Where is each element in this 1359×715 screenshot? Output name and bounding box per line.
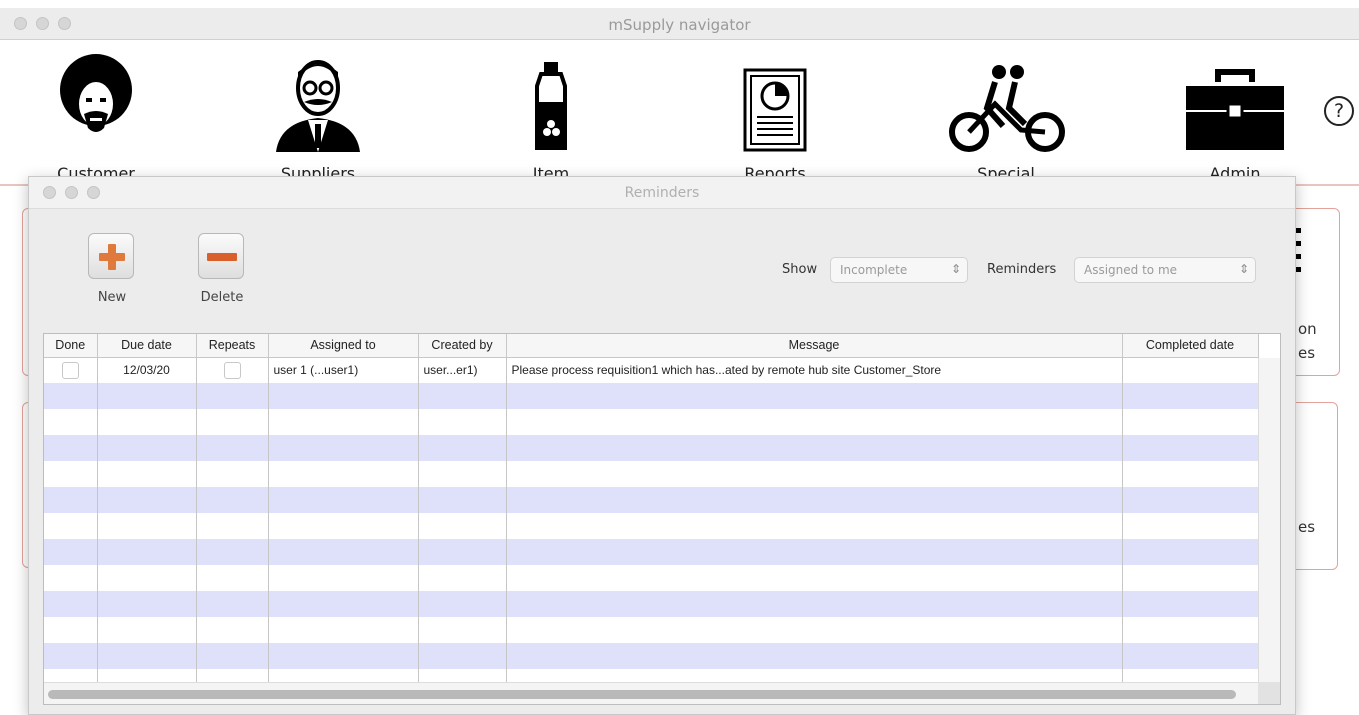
table-row-empty xyxy=(44,435,1259,461)
plus-icon xyxy=(88,233,134,279)
due-date-cell: 12/03/20 xyxy=(97,357,197,383)
reminders-title: Reminders xyxy=(624,185,700,201)
toolbar-suppliers-button[interactable]: Suppliers xyxy=(248,48,388,183)
done-checkbox[interactable] xyxy=(61,361,79,379)
minus-icon xyxy=(198,233,244,279)
customer-icon xyxy=(60,54,132,132)
table-row-empty xyxy=(44,591,1259,617)
completed-date-cell xyxy=(1122,357,1259,383)
table-row[interactable]: 12/03/20 user 1 (...user1) user...er1) P… xyxy=(44,357,1259,383)
delete-reminder-button[interactable]: Delete xyxy=(192,233,252,313)
table-row-empty xyxy=(44,383,1259,409)
suppliers-icon xyxy=(276,60,360,152)
delete-label: Delete xyxy=(200,290,244,305)
background-text-fragment: es xyxy=(1298,344,1316,362)
navigator-title: mSupply navigator xyxy=(608,16,751,34)
new-reminder-button[interactable]: New xyxy=(82,233,142,313)
show-label: Show xyxy=(782,262,818,277)
repeats-cell xyxy=(196,357,269,383)
table-row-empty xyxy=(44,409,1259,435)
toolbar-item-button[interactable]: Item xyxy=(481,48,621,183)
reminders-titlebar: Reminders xyxy=(29,177,1295,209)
table-row-empty xyxy=(44,513,1259,539)
reminders-window: Reminders New Delete Show Incomplete ⇕ R… xyxy=(28,176,1296,715)
table-row-empty xyxy=(44,539,1259,565)
background-text-fragment: on xyxy=(1298,320,1317,338)
column-header-message[interactable]: Message xyxy=(506,334,1123,358)
reports-icon xyxy=(743,68,807,152)
help-button[interactable]: ? xyxy=(1324,96,1354,126)
background-dots xyxy=(1296,228,1302,292)
column-header-assigned-to[interactable]: Assigned to xyxy=(268,334,419,358)
toolbar-admin-button[interactable]: Admin xyxy=(1165,48,1305,183)
vertical-scrollbar[interactable] xyxy=(1258,358,1280,682)
navigator-titlebar: mSupply navigator xyxy=(0,8,1359,40)
message-cell: Please process requisition1 which has...… xyxy=(506,357,1123,383)
reminders-label: Reminders xyxy=(987,262,1057,277)
column-header-due-date[interactable]: Due date xyxy=(97,334,197,358)
table-row-empty xyxy=(44,565,1259,591)
tandem-bike-icon xyxy=(949,65,1065,152)
new-label: New xyxy=(97,290,127,305)
reminders-select[interactable]: Assigned to me ⇕ xyxy=(1074,257,1256,283)
column-header-completed-date[interactable]: Completed date xyxy=(1122,334,1259,358)
done-cell xyxy=(44,357,98,383)
table-row-empty xyxy=(44,643,1259,669)
column-header-repeats[interactable]: Repeats xyxy=(196,334,269,358)
horizontal-scrollbar[interactable] xyxy=(44,682,1280,704)
created-by-cell: user...er1) xyxy=(418,357,507,383)
updown-chevron-icon: ⇕ xyxy=(1238,262,1249,276)
repeats-checkbox[interactable] xyxy=(223,361,241,379)
item-bottle-icon xyxy=(535,62,567,150)
table-row-empty xyxy=(44,617,1259,643)
column-header-done[interactable]: Done xyxy=(44,334,98,358)
navigator-toolbar: Customer Suppliers Item Reports Special … xyxy=(0,40,1359,183)
scroll-corner xyxy=(1258,682,1280,704)
background-text-fragment: es xyxy=(1298,518,1316,536)
show-select-value: Incomplete xyxy=(840,263,908,277)
toolbar-reports-button[interactable]: Reports xyxy=(705,48,845,183)
show-select[interactable]: Incomplete ⇕ xyxy=(830,257,968,283)
toolbar-customer-button[interactable]: Customer xyxy=(26,48,166,183)
toolbox-icon xyxy=(1186,69,1284,150)
assigned-to-cell: user 1 (...user1) xyxy=(268,357,419,383)
reminders-table: Done Due date Repeats Assigned to Create… xyxy=(43,333,1281,705)
table-header-row: Done Due date Repeats Assigned to Create… xyxy=(44,334,1259,358)
reminders-select-value: Assigned to me xyxy=(1084,263,1178,277)
table-row-empty xyxy=(44,487,1259,513)
updown-chevron-icon: ⇕ xyxy=(950,262,961,276)
horizontal-scroll-thumb[interactable] xyxy=(48,690,1236,699)
column-header-created-by[interactable]: Created by xyxy=(418,334,507,358)
table-row-empty xyxy=(44,461,1259,487)
toolbar-special-button[interactable]: Special xyxy=(936,48,1076,183)
